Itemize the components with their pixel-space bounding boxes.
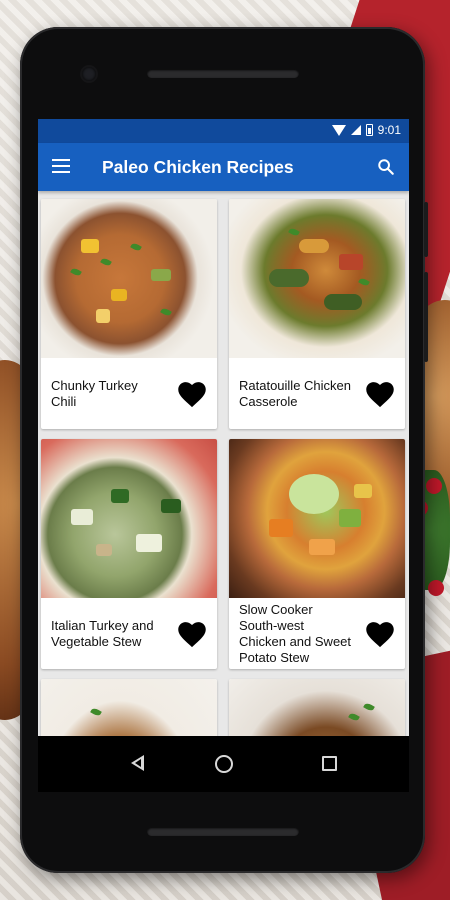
recipe-title: Italian Turkey and Vegetable Stew <box>51 617 154 649</box>
heart-icon[interactable] <box>365 380 395 408</box>
search-icon[interactable] <box>377 158 395 176</box>
navigation-bar <box>38 736 409 792</box>
home-icon[interactable] <box>215 755 233 773</box>
heart-icon[interactable] <box>177 380 207 408</box>
volume-button <box>424 272 428 362</box>
heart-icon[interactable] <box>177 620 207 648</box>
recipe-card[interactable]: Italian Turkey and Vegetable Stew <box>41 439 217 669</box>
status-bar: 9:01 <box>38 119 409 143</box>
earpiece-speaker <box>147 69 299 78</box>
recipe-photo <box>229 199 405 358</box>
power-button <box>424 202 428 257</box>
phone-frame: 9:01 Paleo Chicken Recipes Chunky Turkey… <box>20 27 428 873</box>
recipe-card[interactable] <box>41 679 217 736</box>
app-bar: Paleo Chicken Recipes <box>38 143 409 191</box>
recipe-card[interactable]: Ratatouille Chicken Casserole <box>229 199 405 429</box>
app-title: Paleo Chicken Recipes <box>102 157 294 177</box>
recents-icon[interactable] <box>322 756 337 771</box>
app-screen: 9:01 Paleo Chicken Recipes Chunky Turkey… <box>38 119 409 736</box>
menu-icon[interactable] <box>52 159 70 173</box>
back-icon[interactable] <box>131 755 144 771</box>
front-camera <box>82 67 96 81</box>
recipe-title: Ratatouille Chicken Casserole <box>239 377 352 409</box>
recipe-card[interactable]: Slow Cooker South-west Chicken and Sweet… <box>229 439 405 669</box>
recipe-photo <box>229 439 405 598</box>
battery-icon <box>365 124 373 136</box>
recipe-title: Slow Cooker South-west Chicken and Sweet… <box>239 601 352 665</box>
wifi-icon <box>331 125 346 136</box>
heart-icon[interactable] <box>365 620 395 648</box>
recipe-title: Chunky Turkey Chili <box>51 377 138 409</box>
signal-icon <box>350 125 361 135</box>
status-time: 9:01 <box>377 123 401 137</box>
recipe-card[interactable] <box>229 679 405 736</box>
recipe-photo <box>41 199 217 358</box>
recipe-photo <box>229 679 405 736</box>
bottom-speaker <box>147 827 299 836</box>
recipe-card[interactable]: Chunky Turkey Chili <box>41 199 217 429</box>
recipe-photo <box>41 439 217 598</box>
recipe-photo <box>41 679 217 736</box>
